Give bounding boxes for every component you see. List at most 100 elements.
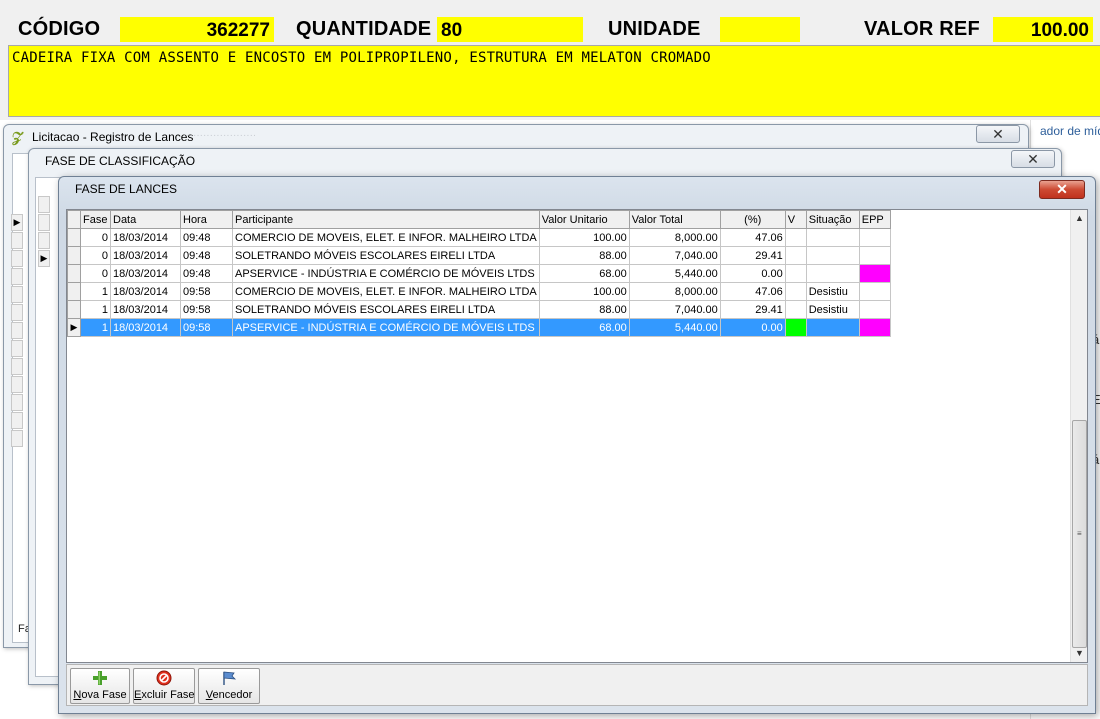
cell-participante[interactable]: COMERCIO DE MOVEIS, ELET. E INFOR. MALHE… — [232, 282, 540, 301]
close-button[interactable]: ✕ — [1011, 150, 1055, 168]
cell-participante[interactable]: APSERVICE - INDÚSTRIA E COMÉRCIO DE MÓVE… — [232, 264, 540, 283]
cell-valor-total[interactable]: 5,440.00 — [628, 318, 721, 337]
cell-valor-total[interactable]: 8,000.00 — [628, 282, 721, 301]
cell-participante[interactable]: SOLETRANDO MÓVEIS ESCOLARES EIRELI LTDA — [232, 300, 540, 319]
cell-fase[interactable]: 1 — [80, 282, 111, 301]
cell-data[interactable]: 18/03/2014 — [110, 228, 181, 247]
cell-data[interactable]: 18/03/2014 — [110, 318, 181, 337]
cell-percent[interactable]: 47.06 — [719, 282, 786, 301]
scrollbar-thumb[interactable]: ≡ — [1072, 420, 1087, 648]
column-header-participante[interactable]: Participante — [232, 210, 540, 229]
row-indicator[interactable] — [67, 228, 81, 247]
table-row[interactable]: 1 18/03/2014 09:58 SOLETRANDO MÓVEIS ESC… — [67, 300, 891, 319]
plus-icon — [71, 670, 129, 688]
cell-v[interactable] — [784, 228, 807, 247]
row-indicator[interactable] — [67, 282, 81, 301]
row-indicator — [11, 268, 23, 285]
cell-hora[interactable]: 09:58 — [180, 282, 233, 301]
cell-valor-unitario[interactable]: 88.00 — [538, 246, 630, 265]
row-indicator[interactable] — [67, 300, 81, 319]
column-header-v[interactable]: V — [784, 210, 807, 229]
cell-epp[interactable] — [858, 300, 891, 319]
row-indicator[interactable] — [67, 264, 81, 283]
cell-hora[interactable]: 09:48 — [180, 246, 233, 265]
cell-participante[interactable]: SOLETRANDO MÓVEIS ESCOLARES EIRELI LTDA — [232, 246, 540, 265]
scroll-up-icon[interactable]: ▲ — [1071, 210, 1088, 227]
column-header-data[interactable]: Data — [110, 210, 181, 229]
row-indicator — [11, 286, 23, 303]
cell-data[interactable]: 18/03/2014 — [110, 282, 181, 301]
nova-fase-button[interactable]: Nova Fase — [70, 668, 130, 704]
row-indicator-current[interactable]: ▶ — [67, 318, 81, 337]
cell-epp[interactable] — [858, 282, 891, 301]
cell-fase[interactable]: 0 — [80, 264, 111, 283]
cell-v[interactable] — [784, 264, 807, 283]
quantidade-label: QUANTIDADE — [296, 18, 432, 40]
close-button[interactable]: ✕ — [1039, 180, 1085, 199]
cell-valor-unitario[interactable]: 100.00 — [538, 282, 630, 301]
cell-situacao[interactable] — [805, 228, 860, 247]
cell-fase[interactable]: 0 — [80, 228, 111, 247]
cell-situacao[interactable] — [805, 264, 860, 283]
cell-participante[interactable]: COMERCIO DE MOVEIS, ELET. E INFOR. MALHE… — [232, 228, 540, 247]
cell-percent[interactable]: 29.41 — [719, 246, 786, 265]
cell-valor-total[interactable]: 5,440.00 — [628, 264, 721, 283]
cell-epp[interactable] — [858, 228, 891, 247]
vencedor-button[interactable]: Vencedor — [198, 668, 260, 704]
column-header-valor-total[interactable]: Valor Total — [628, 210, 721, 229]
cell-situacao[interactable] — [805, 246, 860, 265]
cell-situacao[interactable]: Desistiu — [805, 300, 860, 319]
cell-percent[interactable]: 0.00 — [719, 264, 786, 283]
cell-valor-unitario[interactable]: 68.00 — [538, 318, 630, 337]
scroll-down-icon[interactable]: ▼ — [1071, 645, 1088, 662]
cell-valor-total[interactable]: 7,040.00 — [628, 300, 721, 319]
column-header-hora[interactable]: Hora — [180, 210, 233, 229]
lances-table: Fase Data Hora Participante Valor Unitar… — [67, 210, 891, 337]
table-row[interactable]: 1 18/03/2014 09:58 COMERCIO DE MOVEIS, E… — [67, 282, 891, 301]
row-indicator — [11, 232, 23, 249]
column-header-valor-unitario[interactable]: Valor Unitario — [538, 210, 630, 229]
cell-epp[interactable] — [858, 246, 891, 265]
cell-v[interactable] — [784, 318, 807, 337]
vertical-scrollbar[interactable]: ▲ ≡ ▼ — [1070, 210, 1087, 662]
cell-valor-total[interactable]: 8,000.00 — [628, 228, 721, 247]
excluir-fase-button[interactable]: Excluir Fase — [133, 668, 195, 704]
cell-valor-unitario[interactable]: 100.00 — [538, 228, 630, 247]
table-row[interactable]: 0 18/03/2014 09:48 SOLETRANDO MÓVEIS ESC… — [67, 246, 891, 265]
cell-situacao[interactable] — [805, 318, 860, 337]
cell-data[interactable]: 18/03/2014 — [110, 264, 181, 283]
cell-data[interactable]: 18/03/2014 — [110, 246, 181, 265]
table-row[interactable]: 0 18/03/2014 09:48 APSERVICE - INDÚSTRIA… — [67, 264, 891, 283]
cell-data[interactable]: 18/03/2014 — [110, 300, 181, 319]
cell-fase[interactable]: 1 — [80, 318, 111, 337]
cell-participante[interactable]: APSERVICE - INDÚSTRIA E COMÉRCIO DE MÓVE… — [232, 318, 540, 337]
cell-percent[interactable]: 0.00 — [719, 318, 786, 337]
cell-valor-total[interactable]: 7,040.00 — [628, 246, 721, 265]
cell-epp[interactable] — [858, 264, 891, 283]
column-header-fase[interactable]: Fase — [80, 210, 111, 229]
cell-valor-unitario[interactable]: 68.00 — [538, 264, 630, 283]
cell-v[interactable] — [784, 246, 807, 265]
cell-percent[interactable]: 29.41 — [719, 300, 786, 319]
row-indicator: ▶ — [38, 250, 50, 267]
cell-fase[interactable]: 0 — [80, 246, 111, 265]
cell-situacao[interactable]: Desistiu — [805, 282, 860, 301]
cell-v[interactable] — [784, 282, 807, 301]
column-header-situacao[interactable]: Situação — [805, 210, 860, 229]
cell-v[interactable] — [784, 300, 807, 319]
cell-hora[interactable]: 09:48 — [180, 228, 233, 247]
cell-hora[interactable]: 09:58 — [180, 318, 233, 337]
column-header-epp[interactable]: EPP — [858, 210, 891, 229]
cell-valor-unitario[interactable]: 88.00 — [538, 300, 630, 319]
close-button[interactable]: ✕ — [976, 125, 1020, 143]
background-link[interactable]: ador de míd — [1040, 124, 1100, 138]
cell-fase[interactable]: 1 — [80, 300, 111, 319]
table-row-selected[interactable]: ▶ 1 18/03/2014 09:58 APSERVICE - INDÚSTR… — [67, 318, 891, 337]
cell-hora[interactable]: 09:48 — [180, 264, 233, 283]
row-indicator[interactable] — [67, 246, 81, 265]
cell-epp[interactable] — [858, 318, 891, 337]
cell-percent[interactable]: 47.06 — [719, 228, 786, 247]
column-header-percent[interactable]: (%) — [719, 210, 786, 229]
cell-hora[interactable]: 09:58 — [180, 300, 233, 319]
table-row[interactable]: 0 18/03/2014 09:48 COMERCIO DE MOVEIS, E… — [67, 228, 891, 247]
